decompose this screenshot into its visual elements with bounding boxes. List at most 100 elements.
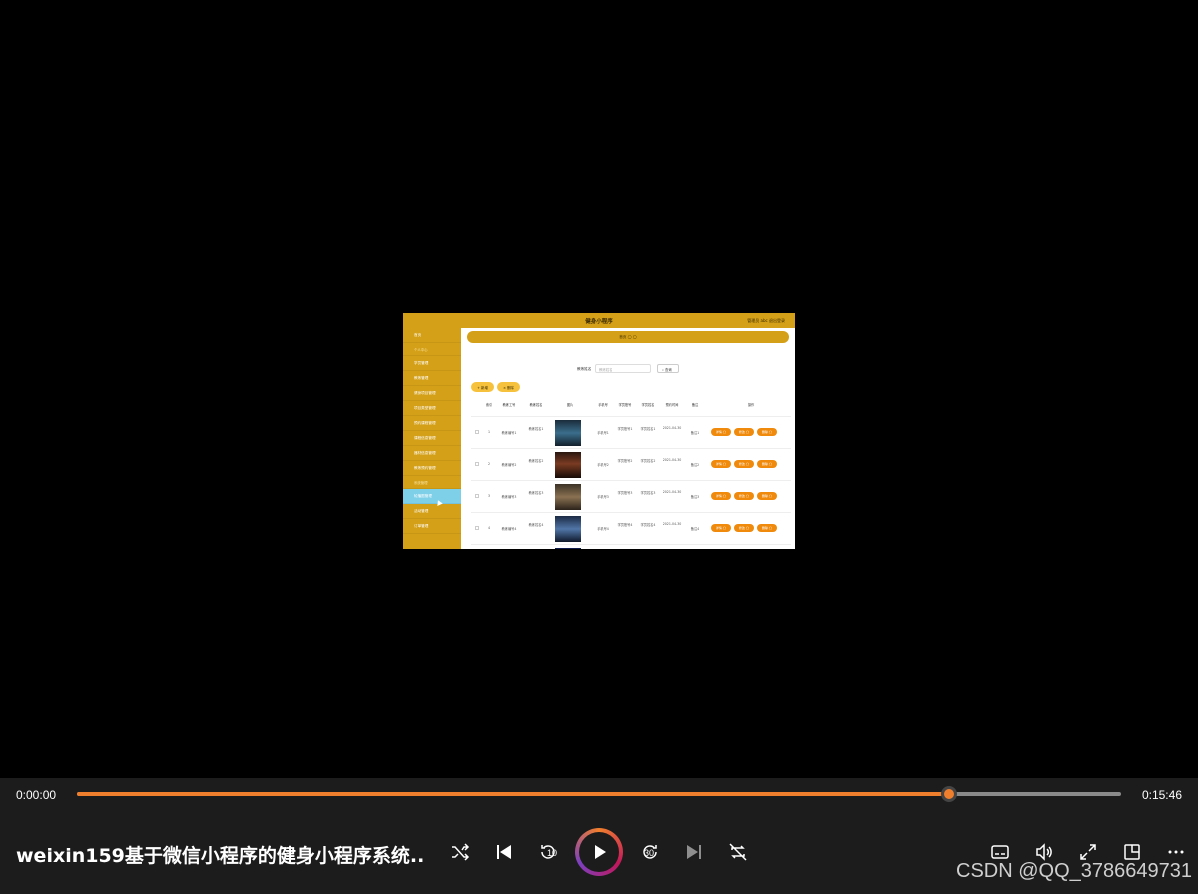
play-icon: [595, 845, 606, 859]
video-app-column-header: 教练姓名: [529, 403, 543, 407]
video-app-table-row: 1 教练编号1 教练姓名1 手机号1 学员账号1 学员姓名1 2021-04-30 备注1 详情…: [471, 417, 791, 449]
skip-forward-seconds: 30: [644, 848, 655, 858]
video-app-cell-phone: 手机号2: [597, 463, 609, 467]
play-button[interactable]: [575, 828, 623, 876]
video-app-row-action: 删除 ◯: [757, 460, 777, 468]
video-app-cell-student: 学员姓名2: [640, 459, 656, 463]
video-app-title: 健身小程序: [585, 319, 613, 325]
video-app-column-header: 索引: [485, 403, 493, 407]
video-app-row-action: 修改 ◯: [734, 428, 754, 436]
player-controls: 0:00:00 0:15:46 weixin159基于微信小程序的健身小程序系统…: [0, 778, 1198, 894]
video-app-cell-name: 教练姓名4: [528, 523, 544, 527]
video-app-search-input: 教练姓名: [595, 364, 651, 373]
video-app-cell-note: 备注2: [690, 463, 700, 467]
video-app-row-image: [555, 452, 581, 478]
video-app-cell-note: 备注1: [690, 431, 700, 435]
video-app-table: 索引 教练工号 教练姓名 图片 手机号 学员账号 学员姓名 预约时间 备注 操作 1 教练编号1 教练…: [471, 397, 791, 549]
skip-back-seconds: 10: [547, 848, 558, 858]
video-frame[interactable]: 健身小程序 管理员 abc 退出登录 首页 个人中心 学员管理 教练管理 健身项目管理项…: [403, 313, 795, 549]
video-app-cell-phone: 手机号3: [597, 495, 609, 499]
previous-icon: [497, 845, 511, 859]
video-app-cell-acct: 学员账号1: [617, 427, 633, 431]
shuffle-button[interactable]: [446, 838, 474, 866]
video-app-cell-no: 教练编号3: [501, 495, 517, 499]
subtitles-icon: [991, 845, 1009, 859]
seek-bar[interactable]: [77, 786, 1121, 802]
previous-button[interactable]: [490, 838, 518, 866]
volume-icon: [1036, 843, 1052, 861]
video-app-sidebar-item: 健身项目管理: [403, 386, 461, 401]
video-app-sidebar: 首页 个人中心 学员管理 教练管理 健身项目管理 项目类型管理 预约课程管理 课程信息管理 器材…: [403, 328, 461, 549]
video-app-cell-student: 学员姓名4: [640, 523, 656, 527]
video-app-row-image: [555, 548, 581, 549]
seek-bar-progress: [77, 792, 949, 796]
video-app-search-label: 教练姓名: [577, 367, 592, 371]
video-app-sidebar-item: 轮播图管理: [403, 489, 461, 504]
video-app-row-action: 修改 ◯: [734, 524, 754, 532]
video-app-cell-note: 备注3: [690, 495, 700, 499]
miniplayer-icon: [1124, 844, 1140, 860]
video-app-column-header: 教练工号: [502, 403, 516, 407]
video-app-column-header: 学员账号: [618, 403, 632, 407]
video-app-cell-name: 教练姓名1: [528, 427, 544, 431]
more-icon: [1168, 850, 1184, 854]
video-app-sidebar-item: 活动管理: [403, 504, 461, 519]
video-app-search-button: ⌕ 查询: [657, 364, 679, 373]
video-app-column-header: 操作: [747, 403, 755, 407]
video-app-cell-index: 3: [487, 494, 491, 498]
video-app-cell-acct: 学员账号3: [617, 491, 633, 495]
video-app-table-header: 索引 教练工号 教练姓名 图片 手机号 学员账号 学员姓名 预约时间 备注 操作: [471, 397, 791, 417]
video-app-cell-name: 教练姓名3: [528, 491, 544, 495]
video-app-table-row: 2 教练编号2 教练姓名2 手机号2 学员账号2 学员姓名2 2021-04-30 备注2 详情…: [471, 449, 791, 481]
video-app-sidebar-item: 个人中心: [403, 343, 461, 356]
video-app-sidebar-item: 教练预约管理: [403, 461, 461, 476]
video-app-sidebar-item: 订单管理: [403, 519, 461, 534]
video-app-cell-no: 教练编号1: [501, 431, 517, 435]
skip-forward-button[interactable]: 30: [636, 838, 664, 866]
next-button[interactable]: [680, 838, 708, 866]
video-app-row-image: [555, 420, 581, 446]
video-app-add-button: + 新增: [471, 382, 494, 392]
video-app-user-info: 管理员 abc 退出登录: [747, 318, 785, 323]
video-app-row-action: 详情 ◯: [711, 524, 731, 532]
video-app-cell-phone: 手机号4: [597, 527, 609, 531]
video-app-row-image: [555, 484, 581, 510]
video-title: weixin159基于微信小程序的健身小程序系统...: [16, 845, 426, 867]
video-app-row-checkbox: [475, 462, 479, 466]
video-app-row-image: [555, 516, 581, 542]
video-app-sidebar-item: 器材信息管理: [403, 446, 461, 461]
video-app-sidebar-item: 项目类型管理: [403, 401, 461, 416]
video-app-row-checkbox: [475, 430, 479, 434]
video-app-column-header: 手机号: [598, 403, 608, 407]
video-app-row-checkbox: [475, 494, 479, 498]
video-app-cell-name: 教练姓名2: [528, 459, 544, 463]
video-app-sidebar-item: 预约课程管理: [403, 416, 461, 431]
video-app-row-action: 修改 ◯: [734, 460, 754, 468]
video-app-row-action: 详情 ◯: [711, 492, 731, 500]
video-app-sidebar-item: 系统管理: [403, 476, 461, 489]
current-time: 0:00:00: [16, 788, 57, 802]
video-app-cell-acct: 学员账号2: [617, 459, 633, 463]
video-app-cell-time: 2021-04-30: [662, 426, 682, 430]
repeat-button[interactable]: [724, 838, 752, 866]
video-app-row-action: 详情 ◯: [711, 428, 731, 436]
video-app-cell-note: 备注4: [690, 527, 700, 531]
video-app-cell-index: 2: [487, 462, 491, 466]
video-app-table-row: 4 教练编号4 教练姓名4 手机号4 学员账号4 学员姓名4 2021-04-30 备注4 详情…: [471, 513, 791, 545]
seek-thumb[interactable]: [940, 786, 957, 802]
video-app-cell-student: 学员姓名1: [640, 427, 656, 431]
video-app-sidebar-item: 课程信息管理: [403, 431, 461, 446]
video-app-cell-index: 1: [487, 430, 491, 434]
video-app-delete-button: × 删除: [497, 382, 520, 392]
video-app-row-action: 删除 ◯: [757, 524, 777, 532]
video-stage[interactable]: 健身小程序 管理员 abc 退出登录 首页 个人中心 学员管理 教练管理 健身项目管理项…: [0, 0, 1198, 778]
video-app-sidebar-item: 学员管理: [403, 356, 461, 371]
video-app-cell-index: 4: [487, 526, 491, 530]
shuffle-icon: [452, 843, 470, 861]
video-app-table-row: 3 教练编号3 教练姓名3 手机号3 学员账号3 学员姓名3 2021-04-30 备注3 详情…: [471, 481, 791, 513]
skip-back-button[interactable]: 10: [534, 838, 562, 866]
repeat-icon: [729, 843, 747, 861]
video-app-row-action: 详情 ◯: [711, 460, 731, 468]
video-app-row-action: 删除 ◯: [757, 428, 777, 436]
video-app-column-header: 学员姓名: [641, 403, 655, 407]
